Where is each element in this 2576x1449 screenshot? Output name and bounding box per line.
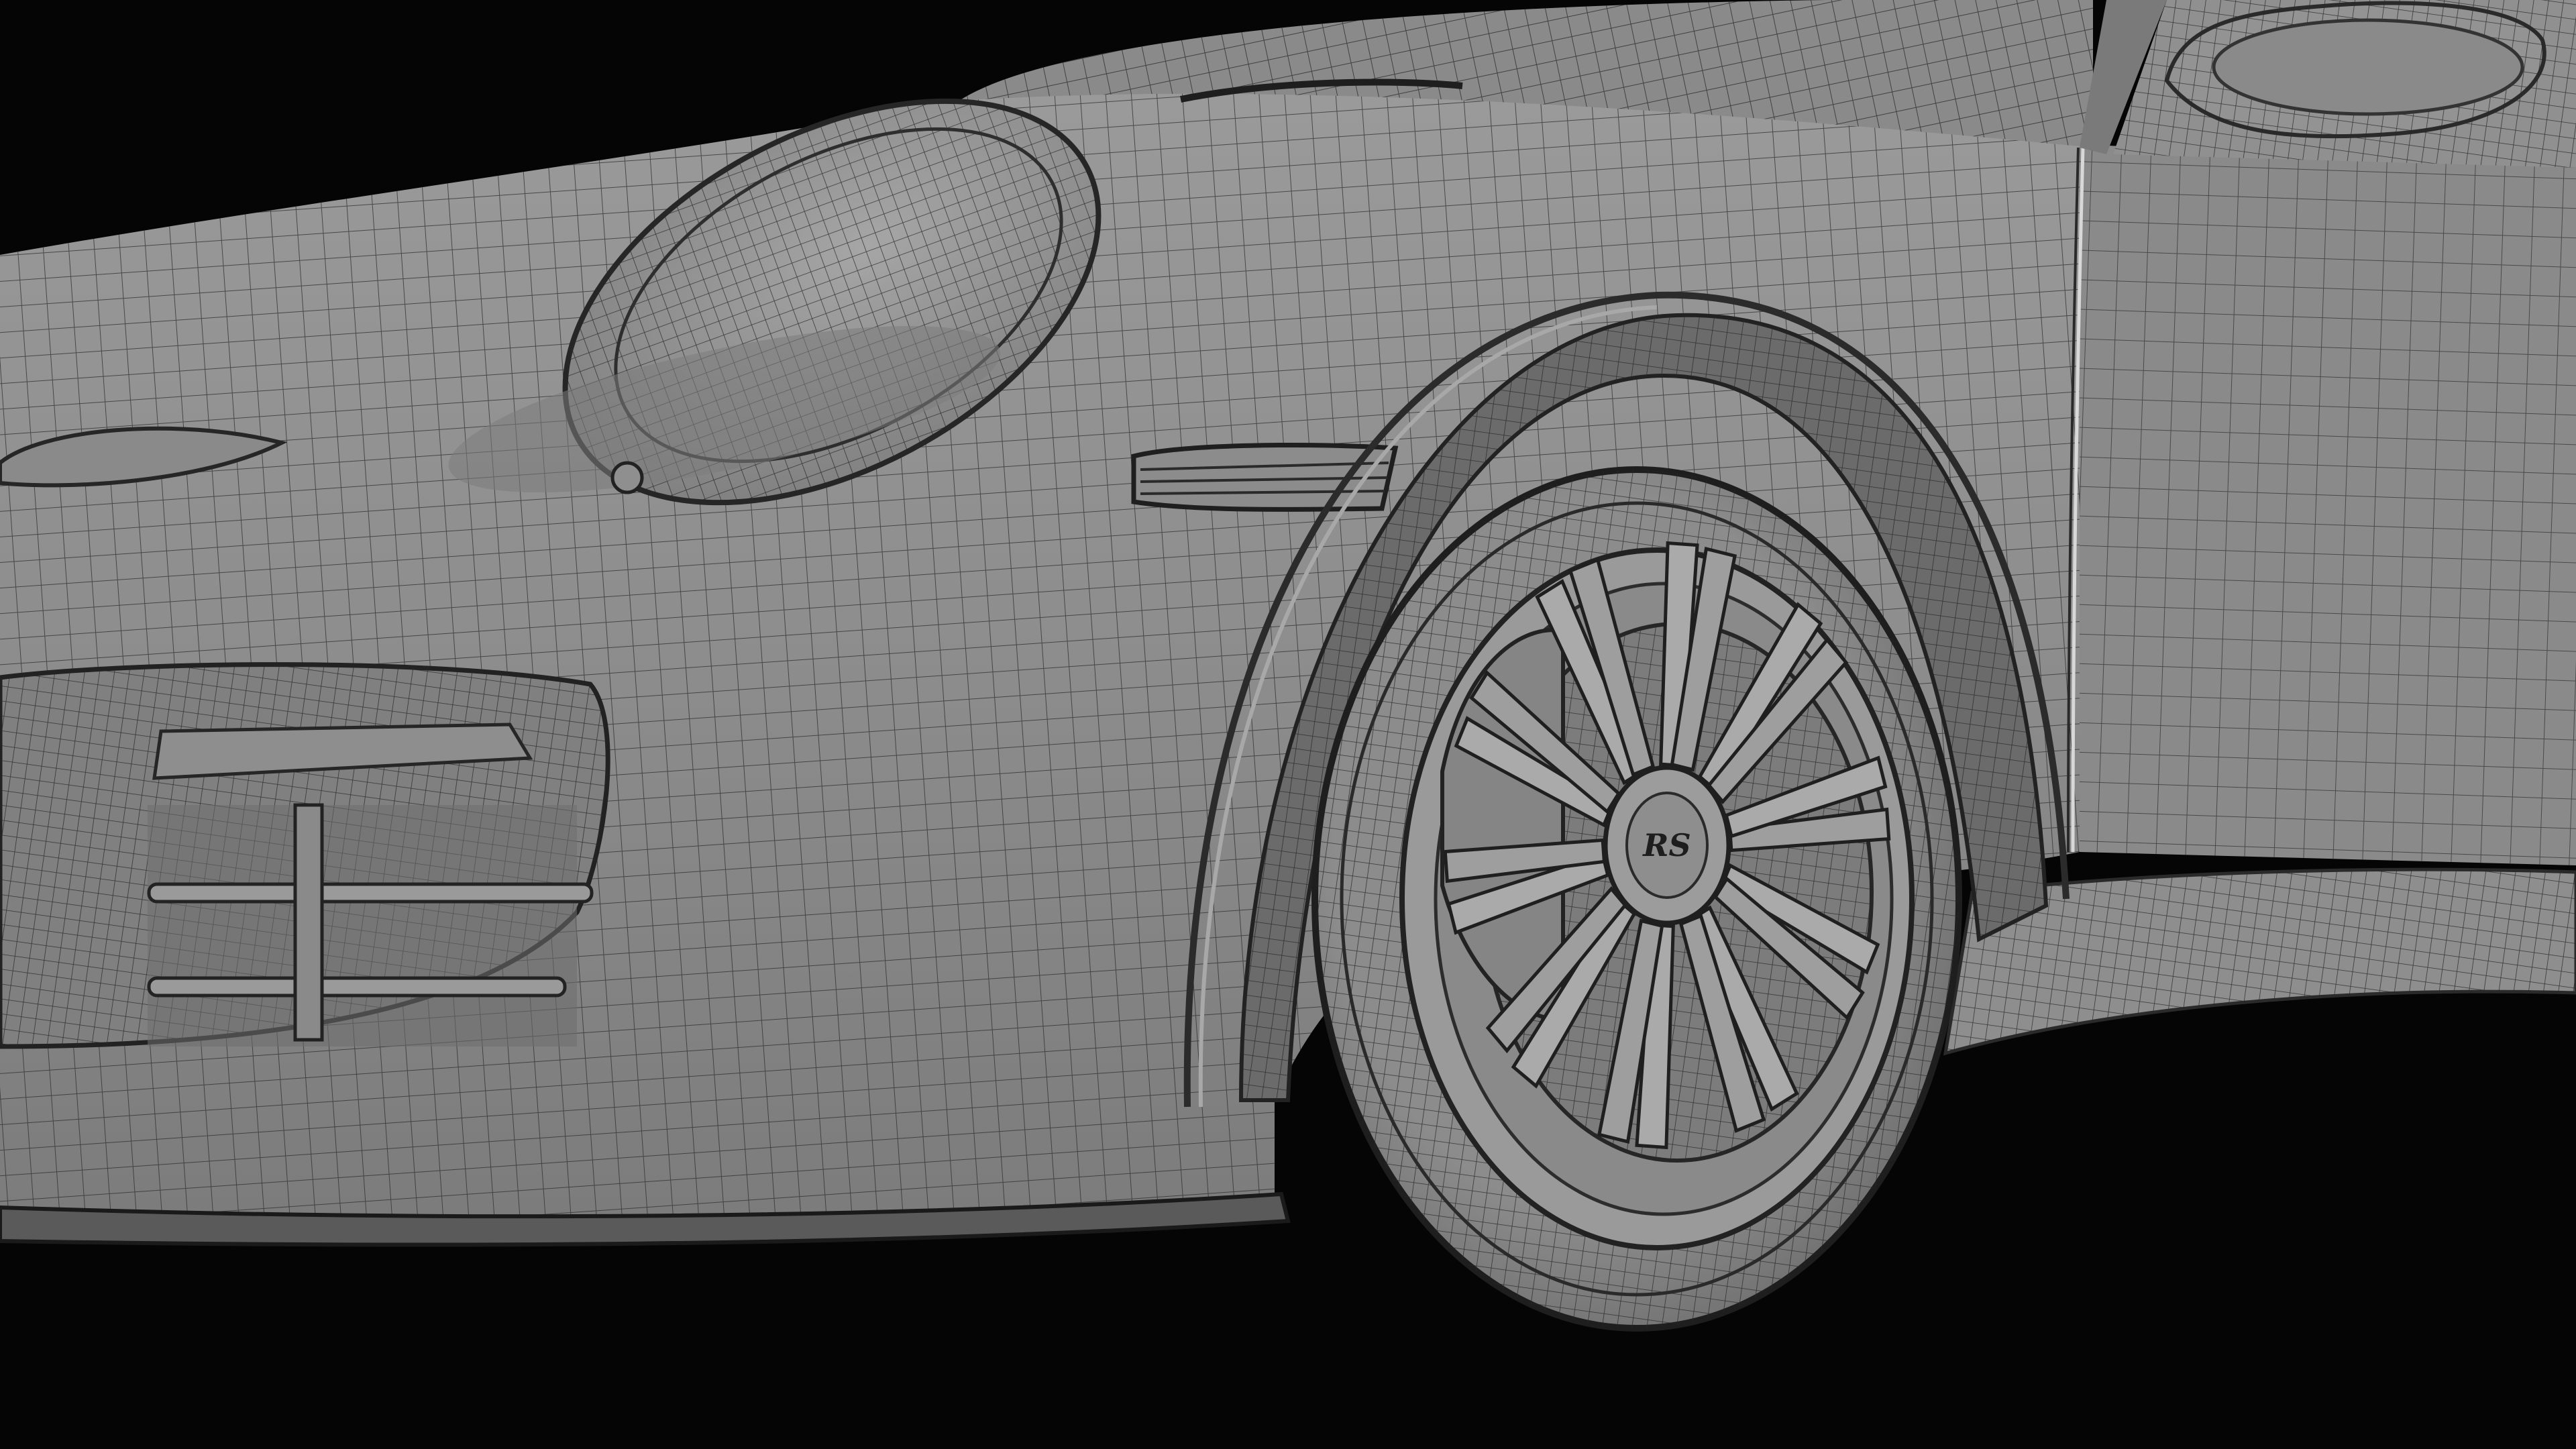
front-wheel: RS — [1311, 466, 1962, 1332]
side-indicator — [1131, 443, 1399, 512]
side-mirror-glass — [2212, 18, 2524, 116]
air-intake — [0, 662, 610, 1049]
car-wireframe-render: RS — [0, 0, 2576, 1449]
door-panel-mesh — [2080, 144, 2576, 865]
hub-logo: RS — [1642, 827, 1690, 863]
